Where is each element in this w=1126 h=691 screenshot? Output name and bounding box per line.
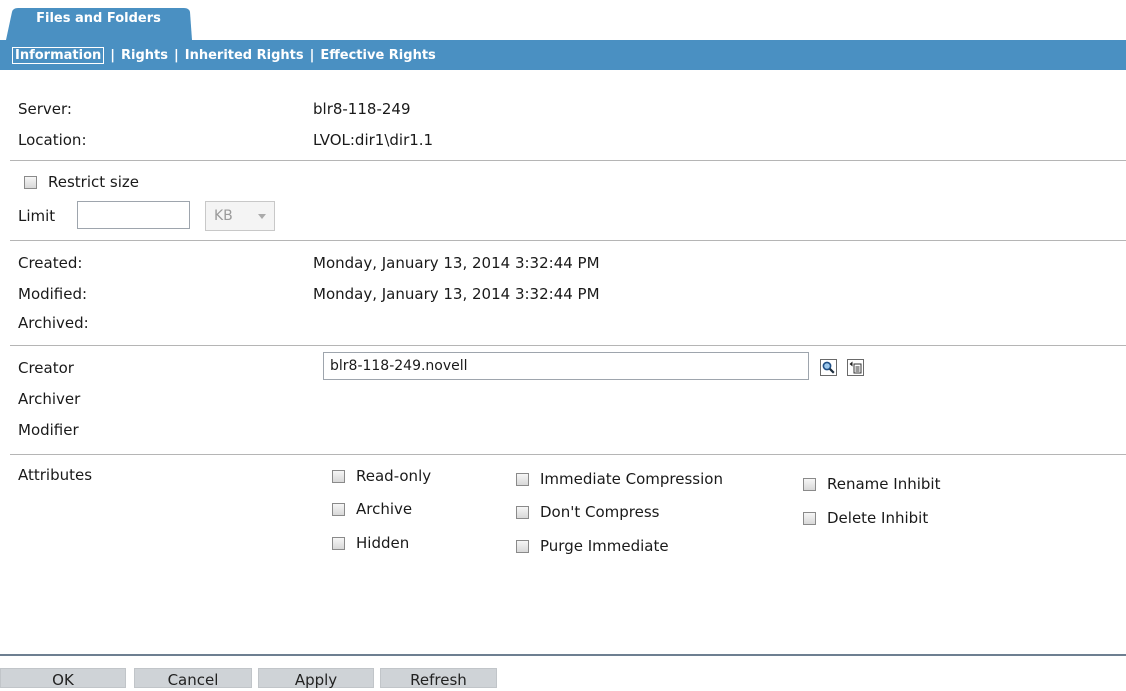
attribute-hidden[interactable]: Hidden <box>332 534 409 552</box>
rename-inhibit-checkbox[interactable] <box>803 477 816 491</box>
size-unit-value: KB <box>214 208 233 224</box>
created-label: Created: <box>18 254 83 272</box>
modified-label: Modified: <box>18 285 88 303</box>
divider <box>10 240 1126 241</box>
subnav-separator: | <box>309 47 315 63</box>
restrict-size-label: Restrict size <box>48 173 139 191</box>
divider <box>10 160 1126 161</box>
creator-label: Creator <box>18 359 74 377</box>
attribute-purge-immediate[interactable]: Purge Immediate <box>516 537 669 555</box>
delete-inhibit-checkbox[interactable] <box>803 511 816 525</box>
subnav-rights[interactable]: Rights <box>121 48 168 63</box>
attribute-immediate-compression[interactable]: Immediate Compression <box>516 470 723 488</box>
location-label: Location: <box>18 131 87 149</box>
attribute-label: Hidden <box>356 534 410 552</box>
attribute-dont-compress[interactable]: Don't Compress <box>516 503 660 521</box>
subnav-separator: | <box>174 47 179 63</box>
divider <box>10 345 1126 346</box>
location-value: LVOL:dir1\dir1.1 <box>313 131 434 149</box>
attribute-label: Purge Immediate <box>540 537 669 555</box>
immediate-compression-checkbox[interactable] <box>516 472 529 486</box>
attribute-rename-inhibit[interactable]: Rename Inhibit <box>803 475 940 493</box>
restrict-size-checkbox[interactable] <box>24 175 37 189</box>
hidden-checkbox[interactable] <box>332 536 345 550</box>
refresh-button[interactable]: Refresh <box>380 668 497 689</box>
read-only-checkbox[interactable] <box>332 469 345 483</box>
attribute-read-only[interactable]: Read-only <box>332 467 431 485</box>
attribute-label: Read-only <box>356 467 432 485</box>
attribute-delete-inhibit[interactable]: Delete Inhibit <box>803 509 928 527</box>
attribute-archive[interactable]: Archive <box>332 500 412 518</box>
archive-checkbox[interactable] <box>332 502 345 516</box>
subnav-information[interactable]: Information <box>12 46 105 64</box>
chevron-down-icon <box>258 214 266 219</box>
dont-compress-checkbox[interactable] <box>516 505 529 519</box>
modifier-label: Modifier <box>18 421 79 439</box>
archived-label: Archived: <box>18 314 89 332</box>
subnav-effective-rights[interactable]: Effective Rights <box>320 48 435 63</box>
restrict-size-option[interactable]: Restrict size <box>24 173 139 191</box>
divider <box>10 454 1126 455</box>
archiver-label: Archiver <box>18 390 81 408</box>
created-value: Monday, January 13, 2014 3:32:44 PM <box>313 254 600 272</box>
footer-divider <box>0 654 1126 656</box>
tab-files-and-folders[interactable]: Files and Folders <box>6 9 191 29</box>
tab-strip: Files and Folders <box>0 0 1126 40</box>
ok-button[interactable]: OK <box>0 668 126 689</box>
limit-label: Limit <box>18 207 56 225</box>
limit-input[interactable] <box>77 201 190 229</box>
size-unit-select[interactable]: KB <box>205 201 275 231</box>
subnav-bar: Information | Rights | Inherited Rights … <box>0 40 1126 70</box>
attribute-label: Rename Inhibit <box>827 475 941 493</box>
magnifier-icon[interactable] <box>820 359 837 376</box>
subnav-separator: | <box>110 47 116 63</box>
server-value: blr8-118-249 <box>313 100 411 118</box>
attribute-label: Don't Compress <box>540 503 660 521</box>
creator-input[interactable]: blr8-118-249.novell <box>323 352 809 380</box>
server-label: Server: <box>18 100 72 118</box>
attribute-label: Immediate Compression <box>540 470 723 488</box>
purge-immediate-checkbox[interactable] <box>516 539 529 553</box>
apply-button[interactable]: Apply <box>258 668 374 689</box>
object-history-icon[interactable] <box>847 359 864 376</box>
cancel-button[interactable]: Cancel <box>134 668 252 689</box>
modified-value: Monday, January 13, 2014 3:32:44 PM <box>313 285 600 303</box>
subnav-inherited-rights[interactable]: Inherited Rights <box>185 48 304 63</box>
attribute-label: Delete Inhibit <box>827 509 929 527</box>
attribute-label: Archive <box>356 500 413 518</box>
attributes-label: Attributes <box>18 466 93 484</box>
